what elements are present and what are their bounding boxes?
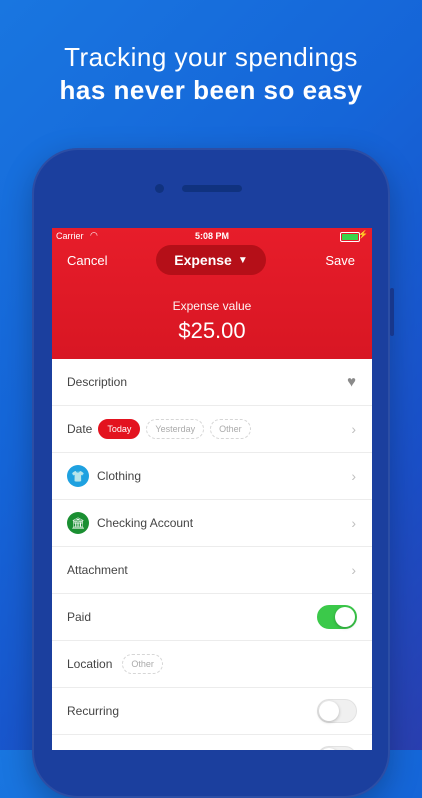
- charging-icon: ⚡: [358, 230, 368, 239]
- chevron-right-icon: ›: [351, 562, 356, 578]
- heart-icon[interactable]: ♥: [347, 374, 356, 391]
- location-chip-other[interactable]: Other: [122, 654, 163, 674]
- amount-label: Expense value: [172, 299, 252, 313]
- header: Carrier ◠ 5:08 PM ⚡ Cancel Expense ▼ Sav…: [52, 228, 372, 359]
- transaction-type-selector[interactable]: Expense ▼: [156, 245, 266, 275]
- date-chip-yesterday[interactable]: Yesterday: [146, 419, 205, 439]
- recurring-toggle[interactable]: [317, 699, 357, 723]
- camera-dot: [155, 184, 164, 193]
- cancel-button[interactable]: Cancel: [67, 253, 107, 268]
- bank-icon: 🏛: [67, 512, 89, 534]
- attachment-label: Attachment: [67, 563, 128, 577]
- save-button[interactable]: Save: [325, 253, 355, 268]
- headline: Tracking your spendings has never been s…: [0, 42, 422, 106]
- chevron-right-icon: ›: [351, 421, 356, 437]
- location-label: Location: [67, 657, 113, 671]
- paid-toggle[interactable]: [317, 605, 357, 629]
- amount-value[interactable]: $25.00: [52, 318, 372, 344]
- paid-label: Paid: [67, 610, 92, 624]
- partial-toggle[interactable]: [317, 746, 357, 750]
- date-label: Date: [67, 422, 93, 436]
- chevron-right-icon: ›: [351, 468, 356, 484]
- date-chip-today[interactable]: Today: [98, 419, 141, 439]
- recurring-row: Recurring: [52, 688, 372, 735]
- app-screen: Carrier ◠ 5:08 PM ⚡ Cancel Expense ▼ Sav…: [52, 228, 372, 750]
- status-bar: Carrier ◠ 5:08 PM ⚡: [52, 228, 372, 244]
- category-row[interactable]: 👕 Clothing ›: [52, 453, 372, 500]
- battery-icon: [340, 232, 360, 242]
- recurring-label: Recurring: [67, 704, 120, 718]
- account-row[interactable]: 🏛 Checking Account ›: [52, 500, 372, 547]
- headline-line-2: has never been so easy: [59, 75, 363, 105]
- headline-line-1: Tracking your spendings: [64, 42, 358, 72]
- chevron-right-icon: ›: [351, 515, 356, 531]
- status-time: 5:08 PM: [194, 231, 229, 241]
- paid-row: Paid: [52, 594, 372, 641]
- attachment-row[interactable]: Attachment ›: [52, 547, 372, 594]
- description-label: Description: [67, 375, 128, 389]
- location-row[interactable]: Location Other: [52, 641, 372, 688]
- partial-row: [52, 735, 372, 750]
- date-chip-other[interactable]: Other: [210, 419, 251, 439]
- side-button: [390, 288, 394, 336]
- transaction-type-label: Expense: [174, 252, 232, 268]
- speaker-slot: [182, 185, 242, 192]
- account-label: Checking Account: [97, 516, 194, 530]
- date-row[interactable]: Date Today Yesterday Other ›: [52, 406, 372, 453]
- form-list: Description ♥ Date Today Yesterday Other…: [52, 359, 372, 750]
- description-row[interactable]: Description ♥: [52, 359, 372, 406]
- tshirt-icon: 👕: [67, 465, 89, 487]
- chevron-down-icon: ▼: [237, 254, 248, 266]
- category-label: Clothing: [97, 469, 142, 483]
